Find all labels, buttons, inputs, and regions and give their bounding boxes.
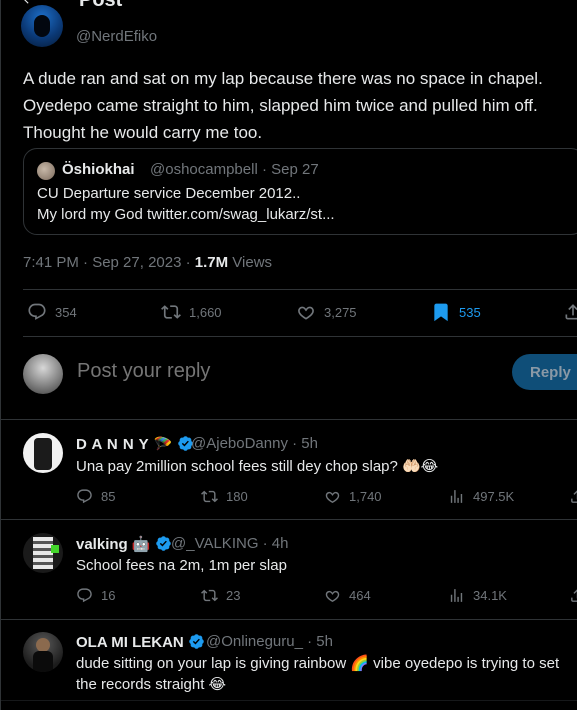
reply-author-name[interactable]: OLA MI LEKAN bbox=[76, 633, 205, 651]
page-title: Post bbox=[79, 0, 123, 11]
bookmark-icon bbox=[434, 303, 448, 322]
share-icon bbox=[571, 490, 577, 503]
views-label: Views bbox=[228, 254, 273, 271]
parachute-emoji: 🪂 bbox=[153, 436, 173, 453]
views-chart-icon bbox=[450, 490, 463, 503]
divider bbox=[23, 289, 577, 290]
repost-icon bbox=[201, 589, 218, 602]
like-action[interactable]: 3,275 bbox=[296, 302, 357, 322]
bookmark-action[interactable]: 535 bbox=[431, 302, 481, 322]
reply-action[interactable]: 85 bbox=[76, 488, 115, 505]
divider bbox=[1, 419, 577, 420]
heart-icon bbox=[325, 491, 340, 504]
reply-author-meta: @Onlineguru_ · 5h bbox=[206, 633, 333, 650]
reply-action[interactable]: 16 bbox=[76, 587, 115, 604]
reply-avatar[interactable] bbox=[23, 433, 63, 473]
share-action[interactable] bbox=[569, 488, 577, 505]
post-text: A dude ran and sat on my lap because the… bbox=[23, 69, 543, 142]
reply-author-meta: @_VALKING · 4h bbox=[171, 535, 289, 552]
divider bbox=[1, 700, 577, 701]
verified-badge-icon bbox=[189, 634, 204, 649]
repost-action[interactable]: 180 bbox=[201, 488, 248, 505]
views-count: 1.7M bbox=[194, 254, 229, 271]
divider bbox=[1, 519, 577, 520]
author-avatar[interactable] bbox=[21, 5, 63, 47]
author-handle[interactable]: @NerdEfiko bbox=[76, 28, 157, 45]
repost-count: 23 bbox=[226, 588, 241, 603]
repost-action[interactable]: 23 bbox=[201, 587, 240, 604]
back-arrow-icon[interactable] bbox=[21, 0, 35, 6]
repost-icon bbox=[201, 490, 218, 503]
like-action[interactable]: 1,740 bbox=[324, 488, 382, 505]
reply-count: 354 bbox=[55, 304, 77, 320]
share-icon bbox=[571, 589, 577, 602]
repost-count: 180 bbox=[226, 489, 248, 504]
repost-action[interactable]: 1,660 bbox=[161, 302, 222, 322]
heart-icon bbox=[325, 590, 340, 603]
heart-icon bbox=[298, 306, 314, 320]
current-user-avatar[interactable] bbox=[23, 354, 63, 394]
repost-icon bbox=[161, 305, 181, 319]
views-action[interactable]: 497.5K bbox=[448, 488, 514, 505]
reply-count: 85 bbox=[101, 489, 116, 504]
reply-count: 16 bbox=[101, 588, 116, 603]
share-action[interactable] bbox=[569, 587, 577, 604]
like-count: 3,275 bbox=[324, 304, 357, 320]
reply-text: School fees na 2m, 1m per slap bbox=[76, 557, 287, 574]
reply-input[interactable] bbox=[77, 360, 477, 383]
reply-button[interactable]: Reply bbox=[512, 354, 577, 390]
quoted-author-avatar bbox=[37, 162, 55, 180]
reply-icon bbox=[77, 489, 92, 504]
reply-icon bbox=[28, 303, 46, 320]
divider bbox=[1, 619, 577, 620]
reply-author-meta: @AjeboDanny · 5h bbox=[191, 435, 318, 452]
reply-text: Una pay 2million school fees still dey c… bbox=[76, 458, 439, 475]
reply-action[interactable]: 354 bbox=[27, 302, 77, 322]
like-count: 1,740 bbox=[349, 489, 382, 504]
reply-text: dude sitting on your lap is giving rainb… bbox=[76, 655, 560, 693]
reply-icon bbox=[77, 588, 92, 603]
post-timestamp: 7:41 PM · Sep 27, 2023 · 1.7M Views bbox=[23, 254, 272, 271]
timestamp-text: 7:41 PM · Sep 27, 2023 · bbox=[23, 254, 195, 271]
verified-badge-icon bbox=[155, 536, 171, 551]
divider bbox=[23, 336, 577, 337]
post-header: Post bbox=[1, 0, 577, 10]
views-count: 34.1K bbox=[473, 588, 507, 603]
reply-author-name[interactable]: D A N N Y 🪂 bbox=[76, 435, 194, 453]
bookmark-count: 535 bbox=[459, 304, 481, 320]
share-action[interactable] bbox=[563, 302, 577, 322]
like-action[interactable]: 464 bbox=[324, 587, 371, 604]
reply-avatar[interactable] bbox=[23, 632, 63, 672]
repost-count: 1,660 bbox=[189, 304, 222, 320]
like-count: 464 bbox=[349, 588, 371, 603]
reply-author-name[interactable]: valking 🤖 bbox=[76, 535, 172, 553]
quoted-author-meta: @oshocampbell · Sep 27 bbox=[150, 161, 319, 178]
share-icon bbox=[565, 304, 577, 320]
views-count: 497.5K bbox=[473, 489, 515, 504]
quoted-text-line: My lord my God twitter.com/swag_lukarz/s… bbox=[37, 206, 335, 223]
quoted-post[interactable]: Öshiokhai @oshocampbell · Sep 27 CU Depa… bbox=[23, 148, 577, 235]
quoted-text-line: CU Departure service December 2012.. bbox=[37, 185, 301, 202]
post-column: Post @NerdEfiko A dude ran and sat on my… bbox=[0, 0, 577, 710]
reply-avatar[interactable] bbox=[23, 533, 63, 573]
quoted-author-name: Öshiokhai bbox=[62, 161, 135, 178]
views-chart-icon bbox=[450, 589, 463, 602]
views-action[interactable]: 34.1K bbox=[448, 587, 507, 604]
